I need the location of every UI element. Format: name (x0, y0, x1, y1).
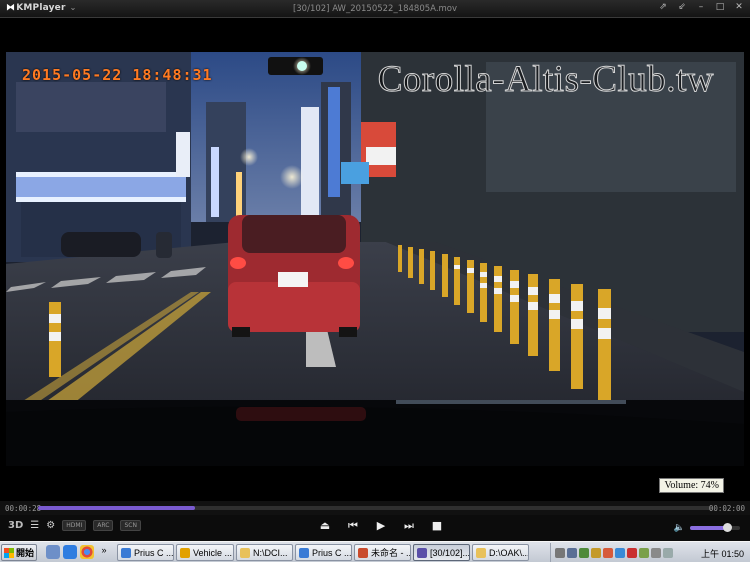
quick-launch: » (46, 545, 111, 559)
volume-slider[interactable] (690, 523, 740, 532)
app-tray-icon-2[interactable] (603, 547, 613, 558)
play-icon[interactable]: ▶ (374, 519, 388, 533)
task-app-icon (299, 547, 309, 558)
title-bar: ⧓KMPlayer ⌄ [30/102] AW_20150522_184805A.… (0, 0, 750, 18)
volume-knob[interactable] (723, 523, 732, 532)
taskbar-button[interactable]: 未命名 - ... (354, 544, 411, 561)
shrink-icon[interactable]: ⇙ (677, 2, 687, 12)
start-button[interactable]: 開始 (1, 544, 37, 561)
task-app-icon (476, 547, 486, 558)
start-label: 開始 (16, 548, 35, 558)
task-label: Vehicle ... (193, 547, 233, 558)
app-tray-icon-5[interactable] (651, 547, 661, 558)
hdmi-pill[interactable]: HDMI (62, 520, 87, 531)
maximize-icon[interactable]: □ (715, 2, 725, 12)
video-area[interactable]: 2015-05-22 18:48:31 Corolla-Altis-Club.t… (0, 18, 750, 501)
seek-progress (38, 506, 196, 510)
seek-bar[interactable] (38, 506, 712, 510)
stop-icon[interactable]: ■ (430, 519, 444, 533)
taskbar-button[interactable]: N:\DCI... (236, 544, 293, 561)
dashcam-scene (6, 52, 744, 466)
task-buttons: Prius C ... Vehicle ... N:\DCI... Prius C .… (117, 544, 529, 561)
ie-icon[interactable] (63, 545, 77, 559)
task-app-icon (121, 547, 131, 558)
task-app-icon (240, 547, 250, 558)
volume-osd: Volume: 74% (659, 478, 724, 493)
watermark-text: Corolla-Altis-Club.tw (377, 59, 714, 101)
window-title: [30/102] AW_20150522_184805A.mov (292, 4, 458, 14)
task-label: [30/102]... (430, 547, 470, 558)
app-tray-icon-4[interactable] (639, 547, 649, 558)
task-label: Prius C ... (134, 547, 174, 558)
system-tray: 上午 01:50 (550, 543, 750, 562)
eject-icon[interactable]: ⏏ (318, 519, 332, 533)
scn-pill[interactable]: SCN (120, 520, 141, 531)
seek-row: 00:00:28 00:02:00 (0, 501, 750, 515)
windows-logo-icon (4, 547, 14, 558)
task-label: N:\DCI... (253, 547, 288, 558)
3d-mode-button[interactable]: 3D (8, 520, 23, 531)
video-frame[interactable]: 2015-05-22 18:48:31 Corolla-Altis-Club.t… (6, 52, 744, 466)
windows-taskbar: 開始 » Prius C ... Vehicle ... N:\DCI... Priu… (0, 541, 750, 562)
keyboard-icon[interactable] (555, 547, 565, 558)
control-bar: 3D ☰ ⚙ HDMI ARC SCN ⏏ ⏮ ▶ ⏭ ■ 🔈 (0, 515, 750, 541)
task-label: D:\OAK\... (489, 547, 529, 558)
volume-level (690, 526, 727, 530)
minimize-icon[interactable]: – (696, 2, 706, 12)
network-icon[interactable] (579, 547, 589, 558)
video-timestamp-overlay: 2015-05-22 18:48:31 (22, 66, 213, 84)
system-clock[interactable]: 上午 01:50 (701, 547, 744, 560)
speaker-icon[interactable]: 🔈 (674, 523, 685, 533)
chrome-icon[interactable] (80, 545, 94, 559)
task-app-icon (417, 547, 427, 558)
taskbar-button[interactable]: Vehicle ... (176, 544, 234, 561)
task-app-icon (180, 547, 190, 558)
volume-tray-icon[interactable] (663, 547, 673, 558)
total-duration: 00:02:00 (708, 504, 745, 513)
app-tray-icon-3[interactable] (615, 547, 625, 558)
taskbar-button[interactable]: Prius C ... (117, 544, 174, 561)
taskbar-button[interactable]: Prius C ... (295, 544, 352, 561)
app-tray-icon-1[interactable] (591, 547, 601, 558)
taskbar-button[interactable]: D:\OAK\... (472, 544, 529, 561)
previous-icon[interactable]: ⏮ (346, 519, 360, 533)
close-icon[interactable]: ✕ (734, 2, 744, 12)
tray-arrow-icon[interactable] (567, 547, 577, 558)
shield-icon[interactable] (627, 547, 637, 558)
taskbar-button[interactable]: [30/102]... (413, 544, 470, 561)
show-desktop-icon[interactable] (46, 545, 60, 559)
current-time: 00:00:28 (5, 504, 42, 513)
playlist-icon[interactable]: ☰ (30, 520, 39, 531)
task-label: 未命名 - ... (371, 548, 411, 558)
overflow-chevron-icon[interactable]: » (97, 545, 111, 559)
next-icon[interactable]: ⏭ (402, 519, 416, 533)
arc-pill[interactable]: ARC (93, 520, 114, 531)
pin-icon[interactable]: ⇗ (658, 2, 668, 12)
task-app-icon (358, 547, 368, 558)
settings-gear-icon[interactable]: ⚙ (46, 520, 55, 531)
task-label: Prius C ... (312, 547, 352, 558)
